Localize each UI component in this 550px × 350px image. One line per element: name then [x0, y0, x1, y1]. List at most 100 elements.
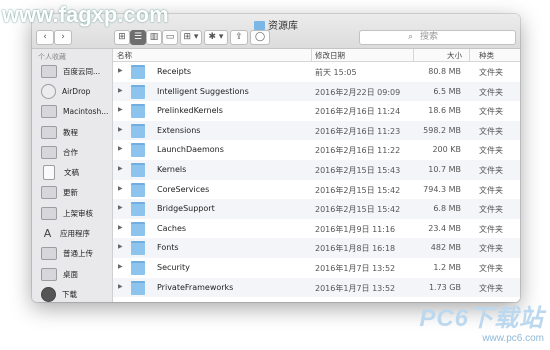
disclosure-triangle-icon[interactable]: ▶ [118, 185, 123, 192]
sidebar-item-label: 桌面 [63, 269, 78, 279]
column-divider[interactable] [311, 49, 312, 61]
file-kind: 文件夹 [479, 263, 503, 273]
forward-button[interactable]: › [54, 30, 72, 45]
action-button[interactable]: ✱ ▾ [204, 30, 228, 45]
list-view-button[interactable]: ☰ [130, 30, 146, 45]
disclosure-triangle-icon[interactable]: ▶ [118, 106, 123, 113]
sidebar-item-baiduyun[interactable]: 百度云同... [32, 61, 112, 81]
column-kind-header[interactable]: 种类 [479, 50, 494, 61]
table-row[interactable]: ▶ Caches 2016年1月9日 11:16 23.4 MB 文件夹 [113, 219, 520, 239]
document-icon [43, 165, 55, 181]
disclosure-triangle-icon[interactable]: ▶ [118, 243, 123, 250]
sidebar-item-upload[interactable]: 普通上传 [32, 244, 112, 264]
column-view-button[interactable]: ▥ [146, 30, 162, 45]
share-button[interactable]: ⇪ [230, 30, 248, 45]
arrange-button[interactable]: ⊞ ▾ [180, 30, 202, 45]
file-kind: 文件夹 [479, 205, 503, 215]
file-date: 2016年1月7日 13:52 [315, 283, 396, 293]
watermark-url: www.pc6.com [482, 333, 544, 344]
file-list: 名称 修改日期 大小 种类 ▶ Receipts 前天 15:05 80.8 MB 文件… [113, 49, 520, 302]
folder-icon [131, 65, 145, 79]
file-kind: 文件夹 [479, 68, 503, 77]
column-size-header[interactable]: 大小 [447, 50, 462, 61]
folder-icon [131, 202, 145, 217]
sidebar: 个人收藏 百度云同... AirDrop Macintosh... 教程 合作 … [32, 49, 113, 302]
disclosure-triangle-icon[interactable]: ▶ [118, 67, 123, 74]
watermark-top: www.fagxp.com [2, 2, 169, 27]
sidebar-item-label: 文稿 [64, 168, 79, 178]
column-name-header[interactable]: 名称 [117, 50, 132, 61]
file-size: 80.8 MB [428, 67, 461, 76]
tags-button[interactable]: ◯ [250, 30, 270, 45]
column-divider[interactable] [413, 49, 414, 61]
folder-icon [41, 64, 57, 78]
column-divider[interactable] [469, 49, 470, 61]
sidebar-item-updates[interactable]: 更新 [32, 183, 112, 203]
sidebar-item-desktop[interactable]: 桌面 [32, 264, 112, 284]
cover-flow-button[interactable]: ▭ [162, 30, 178, 45]
folder-icon [41, 186, 57, 200]
file-kind: 文件夹 [479, 107, 503, 117]
icon-view-button[interactable]: ⊞ [114, 30, 130, 45]
file-kind: 文件夹 [479, 224, 503, 234]
table-row[interactable]: ▶ Receipts 前天 15:05 80.8 MB 文件夹 [113, 62, 520, 82]
folder-icon [131, 84, 145, 99]
sidebar-item-label: 上架审核 [63, 208, 93, 218]
file-date: 2016年2月16日 11:23 [315, 126, 401, 136]
sidebar-item-downloads[interactable]: 下载 [32, 284, 112, 302]
file-kind: 文件夹 [479, 244, 503, 254]
file-name: Extensions [157, 125, 201, 135]
file-date: 2016年1月9日 11:16 [315, 224, 396, 234]
file-name: PrelinkedKernels [157, 106, 223, 116]
sidebar-item-label: 下载 [62, 289, 77, 299]
search-icon: ⌕ [408, 32, 414, 42]
table-row[interactable]: ▶ Security 2016年1月7日 13:52 1.2 MB 文件夹 [113, 258, 520, 278]
file-date: 2016年2月16日 11:24 [315, 107, 401, 117]
file-name: PrivateFrameworks [157, 282, 234, 292]
file-kind: 文件夹 [479, 185, 503, 195]
sidebar-item-review[interactable]: 上架审核 [32, 203, 112, 223]
file-name: Kernels [157, 164, 187, 174]
table-row[interactable]: ▶ LaunchDaemons 2016年2月16日 11:22 200 KB 文件夹 [113, 140, 520, 160]
disclosure-triangle-icon[interactable]: ▶ [118, 126, 123, 133]
column-header: 名称 修改日期 大小 种类 [113, 49, 520, 62]
disclosure-triangle-icon[interactable]: ▶ [118, 224, 123, 231]
watermark-bottom: PC6下载站 www.pc6.com [419, 298, 544, 344]
sidebar-item-documents[interactable]: 文稿 [32, 162, 112, 182]
sidebar-item-label: 合作 [63, 147, 78, 157]
sidebar-section-favorites: 个人收藏 [38, 53, 66, 61]
table-row[interactable]: ▶ Fonts 2016年1月8日 16:18 482 MB 文件夹 [113, 238, 520, 258]
table-row[interactable]: ▶ Kernels 2016年2月15日 15:43 10.7 MB 文件夹 [113, 159, 520, 180]
sidebar-item-macintosh[interactable]: Macintosh... [32, 102, 112, 122]
table-row[interactable]: ▶ BridgeSupport 2016年2月15日 15:42 6.8 MB 文件夹 [113, 199, 520, 219]
file-kind: 文件夹 [479, 283, 503, 293]
sidebar-item-tutorial[interactable]: 教程 [32, 122, 112, 142]
file-name: BridgeSupport [157, 204, 215, 214]
disclosure-triangle-icon[interactable]: ▶ [118, 263, 123, 270]
desktop-icon [41, 267, 57, 281]
file-date: 2016年2月15日 15:42 [315, 185, 401, 195]
disclosure-triangle-icon[interactable]: ▶ [118, 87, 123, 94]
file-size: 10.7 MB [428, 164, 461, 174]
column-date-header[interactable]: 修改日期 [315, 50, 345, 61]
table-row[interactable]: ▶ PrelinkedKernels 2016年2月16日 11:24 18.6 MB… [113, 101, 520, 121]
back-button[interactable]: ‹ [36, 30, 54, 45]
table-row[interactable]: ▶ Intelligent Suggestions 2016年2月22日 09:09… [113, 81, 520, 102]
file-kind: 文件夹 [479, 146, 503, 156]
file-name: Receipts [157, 67, 192, 76]
airdrop-icon [41, 83, 56, 99]
table-row[interactable]: ▶ Extensions 2016年2月16日 11:23 598.2 MB 文件夹 [113, 120, 520, 141]
file-size: 1.73 GB [428, 282, 461, 292]
search-field[interactable]: ⌕ 搜索 [359, 30, 516, 45]
disclosure-triangle-icon[interactable]: ▶ [118, 165, 123, 172]
disclosure-triangle-icon[interactable]: ▶ [118, 283, 123, 290]
sidebar-item-airdrop[interactable]: AirDrop [32, 81, 112, 101]
file-size: 6.8 MB [433, 204, 461, 214]
disclosure-triangle-icon[interactable]: ▶ [118, 204, 123, 211]
sidebar-item-applications[interactable]: A 应用程序 [32, 223, 112, 243]
disclosure-triangle-icon[interactable]: ▶ [118, 145, 123, 152]
table-row[interactable]: ▶ CoreServices 2016年2月15日 15:42 794.3 MB 文件夹 [113, 180, 520, 200]
table-row[interactable]: ▶ PrivateFrameworks 2016年1月7日 13:52 1.73 GB… [113, 277, 520, 298]
search-placeholder: 搜索 [420, 32, 439, 42]
sidebar-item-cooperation[interactable]: 合作 [32, 142, 112, 162]
